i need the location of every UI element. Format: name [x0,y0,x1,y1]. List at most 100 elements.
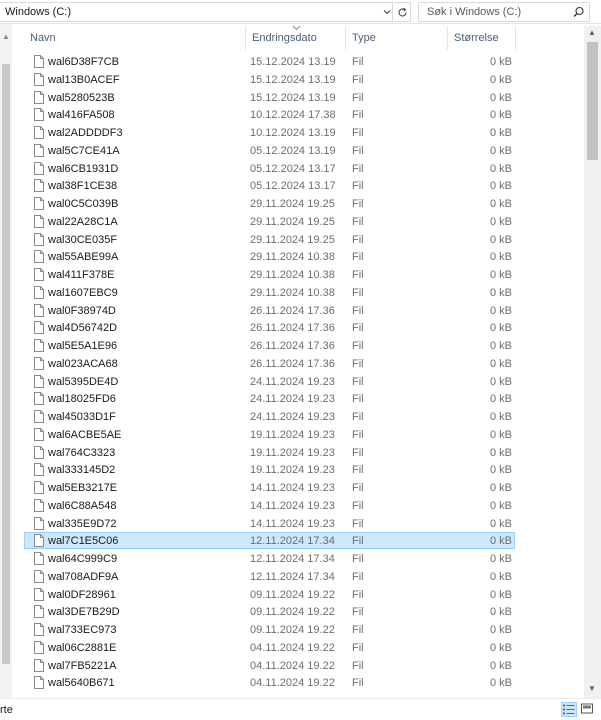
table-row[interactable]: wal708ADF9A 12.11.2024 17.34 Fil 0 kB [24,568,515,585]
table-row[interactable]: wal06C2881E 04.11.2024 19.22 Fil 0 kB [24,639,515,656]
table-row[interactable]: wal45033D1F 24.11.2024 19.23 Fil 0 kB [24,408,515,425]
file-size: 0 kB [489,393,512,406]
column-header-type[interactable]: Type [346,26,448,50]
file-type: Fil [352,606,364,619]
search-icon[interactable] [572,6,585,19]
table-row[interactable]: wal6ACBE5AE 19.11.2024 19.23 Fil 0 kB [24,426,515,443]
table-row[interactable]: wal0F38974D 26.11.2024 17.36 Fil 0 kB [24,302,515,319]
scrollbar-thumb[interactable] [587,42,598,160]
table-row[interactable]: wal7C1E5C06 12.11.2024 17.34 Fil 0 kB [24,532,515,550]
file-type: Fil [352,393,364,406]
table-row[interactable]: wal22A28C1A 29.11.2024 19.25 Fil 0 kB [24,213,515,230]
table-row[interactable]: wal38F1CE38 05.12.2024 13.17 Fil 0 kB [24,177,515,194]
table-row[interactable]: wal3DE7B29D 09.11.2024 19.22 Fil 0 kB [24,603,515,620]
file-size: 0 kB [489,535,512,548]
table-row[interactable]: wal4D56742D 26.11.2024 17.36 Fil 0 kB [24,319,515,336]
table-row[interactable]: wal55ABE99A 29.11.2024 10.38 Fil 0 kB [24,248,515,265]
column-header-name[interactable]: Navn [24,26,246,50]
table-row[interactable]: wal2ADDDDF3 10.12.2024 13.19 Fil 0 kB [24,124,515,141]
scroll-down-arrow-icon[interactable]: ▼ [588,684,596,693]
scrollbar-thumb[interactable] [2,64,10,664]
file-name: wal7C1E5C06 [48,535,119,548]
table-row[interactable]: wal416FA508 10.12.2024 17.38 Fil 0 kB [24,106,515,123]
file-modified-date: 29.11.2024 19.25 [250,215,335,228]
file-name: wal335E9D72 [48,517,117,530]
file-name: wal5280523B [48,91,115,104]
file-icon [34,516,44,530]
table-row[interactable]: wal6D38F7CB 15.12.2024 13.19 Fil 0 kB [24,53,515,70]
file-size: 0 kB [489,446,512,459]
file-type: Fil [352,340,364,352]
large-icons-view-button[interactable] [580,702,596,717]
toolbar: Windows (C:) Søk i Windows (C:) [0,0,601,24]
table-row[interactable]: wal733EC973 09.11.2024 19.22 Fil 0 kB [24,621,515,638]
file-size: 0 kB [489,482,512,494]
file-icon [34,534,44,548]
file-type: Fil [352,215,364,228]
search-input[interactable]: Søk i Windows (C:) [427,6,521,18]
file-name: wal3DE7B29D [48,606,120,619]
file-name: wal18025FD6 [48,393,116,406]
file-size: 0 kB [489,606,512,619]
navigation-pane-scrollbar[interactable]: ▲ [0,24,12,700]
file-modified-date: 26.11.2024 17.36 [250,322,335,335]
table-row[interactable]: wal0C5C039B 29.11.2024 19.25 Fil 0 kB [24,195,515,212]
file-size: 0 kB [489,677,512,690]
file-type: Fil [352,162,364,175]
file-name: wal411F378E [48,269,115,281]
refresh-button[interactable] [394,2,411,22]
file-icon [34,410,44,423]
details-view-icon [563,704,575,715]
table-row[interactable]: wal764C3323 19.11.2024 19.23 Fil 0 kB [24,444,515,461]
file-modified-date: 12.11.2024 17.34 [250,535,335,548]
table-row[interactable]: wal5395DE4D 24.11.2024 19.23 Fil 0 kB [24,373,515,390]
file-name: wal5EB3217E [48,482,118,494]
file-icon [34,250,44,264]
table-row[interactable]: wal411F378E 29.11.2024 10.38 Fil 0 kB [24,266,515,283]
table-row[interactable]: wal023ACA68 26.11.2024 17.36 Fil 0 kB [24,355,515,372]
file-icon [34,481,44,494]
table-row[interactable]: wal0DF28961 09.11.2024 19.22 Fil 0 kB [24,586,515,603]
table-row[interactable]: wal30CE035F 29.11.2024 19.25 Fil 0 kB [24,231,515,248]
table-row[interactable]: wal18025FD6 24.11.2024 19.23 Fil 0 kB [24,390,515,407]
table-row[interactable]: wal5C7CE41A 05.12.2024 13.19 Fil 0 kB [24,142,515,159]
file-type: Fil [352,198,364,210]
file-modified-date: 29.11.2024 19.25 [250,198,335,210]
table-row[interactable]: wal5E5A1E96 26.11.2024 17.36 Fil 0 kB [24,337,515,354]
file-name: wal13B0ACEF [48,73,120,86]
table-row[interactable]: wal5EB3217E 14.11.2024 19.23 Fil 0 kB [24,479,515,496]
table-row[interactable]: wal1607EBC9 29.11.2024 10.38 Fil 0 kB [24,284,515,301]
scroll-up-arrow-icon[interactable]: ▲ [588,28,596,37]
file-size: 0 kB [489,659,512,672]
table-row[interactable]: wal64C999C9 12.11.2024 17.34 Fil 0 kB [24,550,515,567]
file-name: wal023ACA68 [48,357,118,370]
file-name: wal6ACBE5AE [48,428,122,441]
file-name: wal5C7CE41A [48,144,120,157]
file-icon [34,268,44,281]
table-row[interactable]: wal6C88A548 14.11.2024 19.23 Fil 0 kB [24,497,515,514]
address-bar[interactable]: Windows (C:) [0,2,393,22]
file-modified-date: 19.11.2024 19.23 [250,428,335,441]
table-row[interactable]: wal335E9D72 14.11.2024 19.23 Fil 0 kB [24,515,515,532]
file-name: wal764C3323 [48,446,116,459]
table-row[interactable]: wal5280523B 15.12.2024 13.19 Fil 0 kB [24,89,515,106]
file-name: wal333145D2 [48,464,116,477]
table-row[interactable]: wal13B0ACEF 15.12.2024 13.19 Fil 0 kB [24,71,515,88]
column-header-date[interactable]: Endringsdato [246,26,346,50]
file-modified-date: 10.12.2024 13.19 [250,127,336,139]
table-row[interactable]: wal7FB5221A 04.11.2024 19.22 Fil 0 kB [24,657,515,674]
table-row[interactable]: wal333145D2 19.11.2024 19.23 Fil 0 kB [24,461,515,478]
file-name: wal2ADDDDF3 [48,127,123,139]
file-type: Fil [352,464,364,477]
file-list-scrollbar[interactable]: ▲ ▼ [584,26,601,698]
search-box[interactable]: Søk i Windows (C:) [418,2,590,22]
file-size: 0 kB [489,73,512,86]
chevron-down-icon[interactable] [382,7,392,19]
column-header-size[interactable]: Størrelse [448,26,516,50]
table-row[interactable]: wal6CB1931D 05.12.2024 13.17 Fil 0 kB [24,160,515,177]
table-row[interactable]: wal5640B671 04.11.2024 19.22 Fil 0 kB [24,674,515,691]
file-modified-date: 26.11.2024 17.36 [250,357,335,370]
details-view-button[interactable] [561,702,577,717]
file-type: Fil [352,233,364,246]
scroll-up-arrow-icon[interactable]: ▲ [2,32,10,41]
